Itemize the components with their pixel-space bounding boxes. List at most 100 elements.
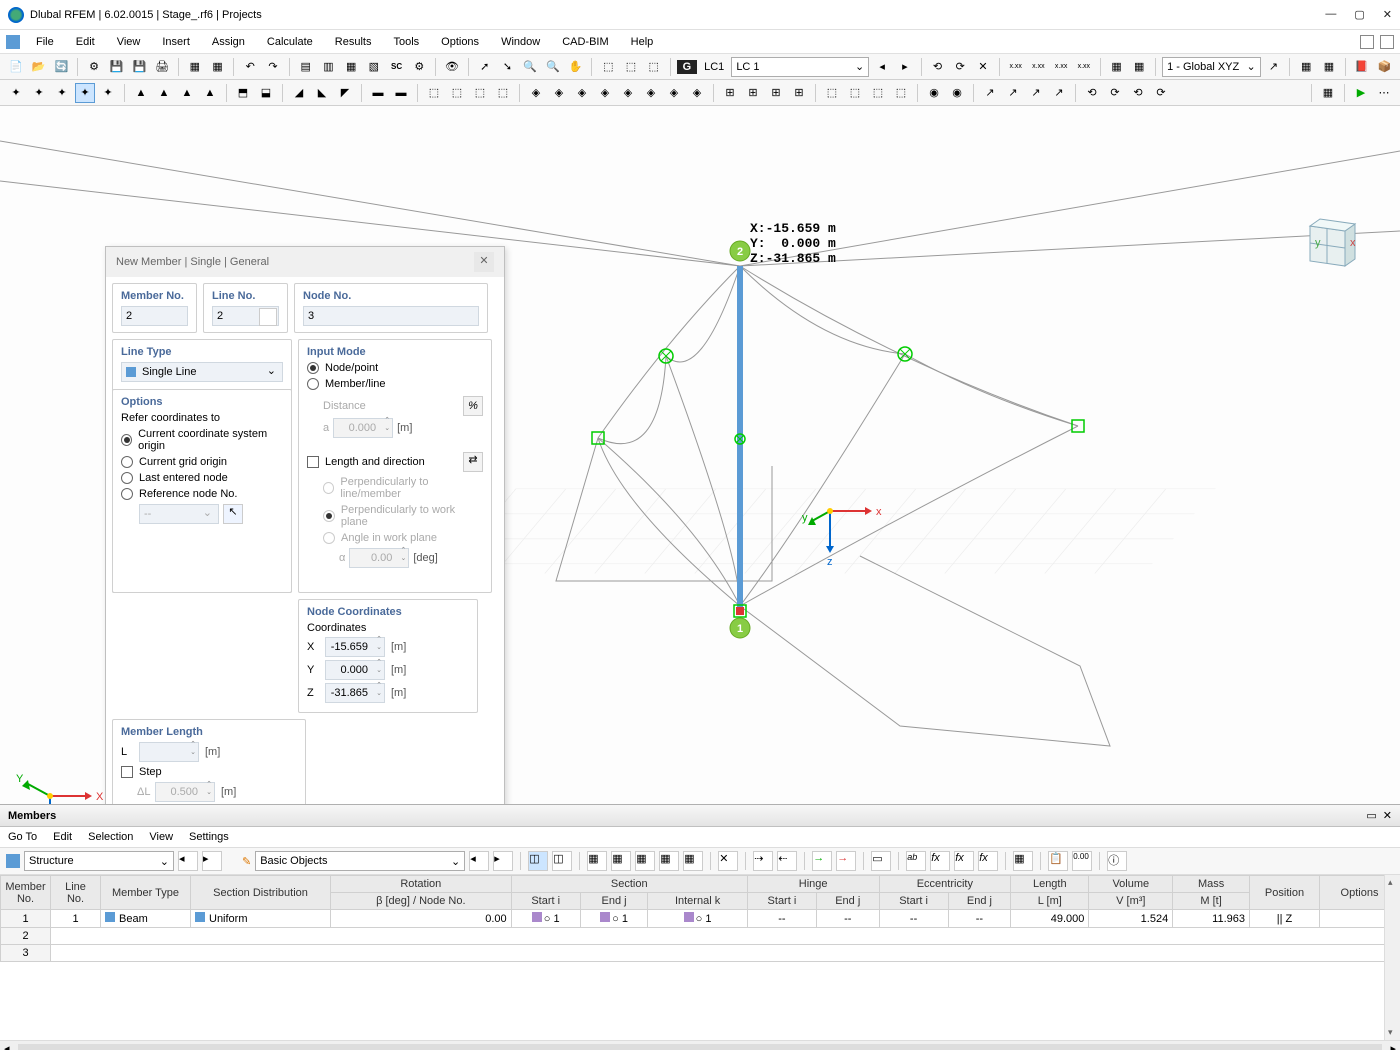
tb-g2[interactable]: ▦ [1319,57,1339,77]
tb-grid1[interactable]: ▤ [296,57,316,77]
tb2-f1[interactable]: ◈ [526,83,546,103]
tb2-f5[interactable]: ◈ [618,83,638,103]
menu-help[interactable]: Help [621,34,664,50]
tb-cube1[interactable]: ▦ [185,57,205,77]
tb2-k2[interactable]: ⟳ [1105,83,1125,103]
mtb-2[interactable]: ◫ [552,851,572,871]
opt1[interactable]: Current coordinate system origin [121,428,283,452]
line-no-input[interactable]: 2 [212,306,279,326]
maximize-button[interactable]: ▢ [1354,8,1364,21]
opt4[interactable]: Reference node No. [121,488,283,500]
menu-insert[interactable]: Insert [152,34,200,50]
opt2[interactable]: Current grid origin [121,456,283,468]
tb2-a3[interactable]: ▲ [177,83,197,103]
tb2-i2[interactable]: ◉ [947,83,967,103]
minimize-button[interactable]: — [1325,8,1336,21]
menu-results[interactable]: Results [325,34,382,50]
tb2-a2[interactable]: ▲ [154,83,174,103]
nav2-prev[interactable]: ◂ [469,851,489,871]
mtb-fx4[interactable]: fx [978,851,998,871]
mm-edit[interactable]: Edit [53,831,72,843]
tb2-h1[interactable]: ⬚ [822,83,842,103]
tb-grid2[interactable]: ▥ [319,57,339,77]
tb2-r1[interactable]: ▦ [1318,83,1338,103]
tb2-k1[interactable]: ⟲ [1082,83,1102,103]
global-cs-combo[interactable]: 1 - Global XYZ⌄ [1162,57,1261,77]
tb-sel2[interactable]: ➘ [498,57,518,77]
tb2-c2[interactable]: ◣ [312,83,332,103]
member-no-input[interactable]: 2 [121,306,188,326]
members-restore-icon[interactable]: ▭ [1366,809,1376,822]
mtb-1[interactable]: ◫ [528,851,548,871]
percent-button[interactable]: % [463,396,483,416]
tb2-g2[interactable]: ⊞ [743,83,763,103]
tb-gear2[interactable]: ⚙ [409,57,429,77]
tb2-e1[interactable]: ⬚ [424,83,444,103]
tb-r2[interactable]: ⟳ [950,57,970,77]
tb2-f4[interactable]: ◈ [595,83,615,103]
menu-options[interactable]: Options [431,34,489,50]
tb-xx1[interactable]: x.xx [1006,57,1026,77]
tb2-n3[interactable]: ✦ [52,83,72,103]
tb-save[interactable]: 💾 [107,57,127,77]
tb2-e3[interactable]: ⬚ [470,83,490,103]
panel-close-icon[interactable]: ✕ [474,252,494,272]
tb2-j4[interactable]: ↗ [1049,83,1069,103]
tb2-b2[interactable]: ⬓ [256,83,276,103]
length-input[interactable] [139,742,199,762]
line-type-select[interactable]: Single Line [121,362,283,382]
tb-sel1[interactable]: ➚ [475,57,495,77]
tb-grid3[interactable]: ▦ [341,57,361,77]
mtb-5[interactable]: ▦ [635,851,655,871]
tb-box[interactable]: 📦 [1375,57,1395,77]
viewport-3d[interactable]: 2 1 x y z X Y Z X:-15.659 m Y: 0.000 m Z… [0,106,1400,804]
tb-r3[interactable]: ✕ [973,57,993,77]
members-close-icon[interactable]: ✕ [1383,809,1392,822]
nav-prev[interactable]: ◂ [178,851,198,871]
tb-zoom[interactable]: 🔍 [520,57,540,77]
mtb-info[interactable]: ⓘ [1107,851,1127,871]
menu-calculate[interactable]: Calculate [257,34,323,50]
tb2-g1[interactable]: ⊞ [720,83,740,103]
tb2-n2[interactable]: ✦ [29,83,49,103]
tb2-d1[interactable]: ▬ [368,83,388,103]
coord-x-input[interactable]: -15.659 [325,637,385,657]
tb-xx4[interactable]: x.xx [1074,57,1094,77]
tb2-j3[interactable]: ↗ [1026,83,1046,103]
mtb-del[interactable]: ✕ [718,851,738,871]
tb2-f7[interactable]: ◈ [664,83,684,103]
table-row[interactable]: 3 [1,945,1400,962]
tb-new[interactable]: 📄 [6,57,26,77]
menu-window[interactable]: Window [491,34,550,50]
menu-view[interactable]: View [107,34,151,50]
tb2-a4[interactable]: ▲ [200,83,220,103]
menu-tools[interactable]: Tools [383,34,429,50]
tb2-c3[interactable]: ◤ [335,83,355,103]
table-row[interactable]: 2 [1,928,1400,945]
mm-settings[interactable]: Settings [189,831,229,843]
menu-file[interactable]: File [26,34,64,50]
tb2-k3[interactable]: ⟲ [1128,83,1148,103]
mtb-a2[interactable]: ⇠ [777,851,797,871]
tb-r1[interactable]: ⟲ [928,57,948,77]
tb-zoomsel[interactable]: 🔍 [543,57,563,77]
structure-combo[interactable]: Structure [24,851,174,871]
table-scroll-v[interactable] [1384,875,1400,1040]
tb-eye[interactable]: 👁 [442,57,462,77]
tb2-c1[interactable]: ◢ [289,83,309,103]
tb-v1[interactable]: ⬚ [598,57,618,77]
rb-memberline[interactable]: Member/line [307,378,483,390]
table-row[interactable]: 1 1 Beam Uniform 0.00 ○ 1 ○ 1 ○ 1 ---- -… [1,910,1400,928]
mtb-4[interactable]: ▦ [611,851,631,871]
tb2-g3[interactable]: ⊞ [766,83,786,103]
tb-xx2[interactable]: x.xx [1029,57,1049,77]
tb2-i1[interactable]: ◉ [924,83,944,103]
restore-icon[interactable] [1360,35,1374,49]
members-table[interactable]: Member No. Line No. Member Type Section … [0,875,1400,962]
menu-edit[interactable]: Edit [66,34,105,50]
tb2-g4[interactable]: ⊞ [789,83,809,103]
mtb-a1[interactable]: ⇢ [753,851,773,871]
mm-view[interactable]: View [149,831,173,843]
tb-cs1[interactable]: ↗ [1264,57,1284,77]
mtb-6[interactable]: ▦ [659,851,679,871]
